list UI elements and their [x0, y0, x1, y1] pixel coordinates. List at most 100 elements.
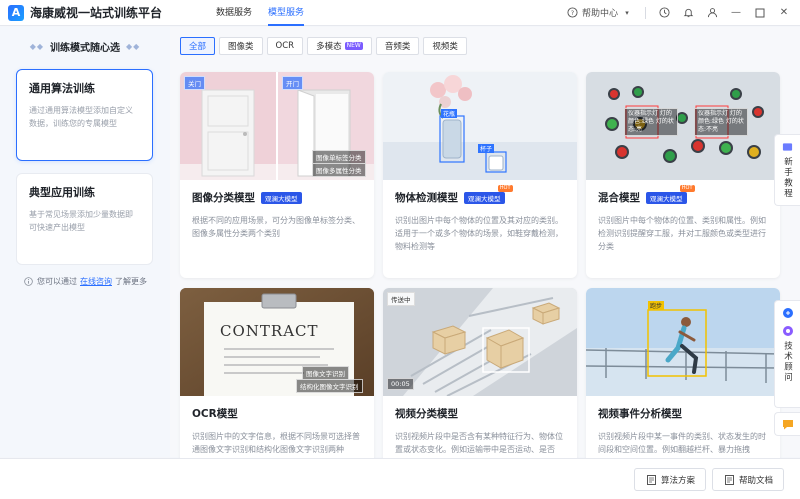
card-body: 图像分类模型 观澜大模型 根据不同的应用场景，可分为图像单标签分类、图像多属性分类…: [180, 180, 374, 254]
tutorial-label: 新手教程: [782, 157, 793, 199]
user-icon[interactable]: [706, 7, 718, 19]
minimize-icon[interactable]: —: [730, 7, 742, 19]
card-title-text: 混合模型: [598, 192, 640, 204]
tutorial-float-button[interactable]: 新手教程: [774, 134, 800, 206]
model-card-object-detection[interactable]: 花瓶 杯子 物体检测模型 观澜大模型 HOT 识别出图片中每个物体的位置及其对应的类…: [383, 72, 577, 278]
model-badge-text: 观澜大模型: [650, 194, 683, 203]
card-desc: 识别图片中每个物体的位置、类别和属性。例如检测识别提醒穿工服，并对工服颜色或类型…: [598, 216, 766, 251]
online-consult-link[interactable]: 在线咨询: [80, 276, 112, 287]
card-illustration: 关门 开门 图像单标签分类 图像多属性分类: [180, 72, 374, 180]
nav-model-service[interactable]: 模型服务: [268, 0, 305, 26]
top-bar: A 海康威视一站式训练平台 数据服务 模型服务 ? 帮助中心 ▾ — ✕: [0, 0, 800, 26]
consult-float-button[interactable]: 技术顾问: [774, 300, 800, 408]
tab-video[interactable]: 视频类: [423, 37, 467, 55]
category-tabs: 全部 图像类 OCR 多模态 NEW 音频类 视频类: [180, 37, 467, 55]
card-title: 图像分类模型 观澜大模型: [192, 190, 362, 205]
algorithm-plan-button[interactable]: 算法方案: [634, 468, 707, 491]
maximize-icon[interactable]: [754, 7, 766, 19]
mode-card-title: 通用算法训练: [29, 82, 95, 95]
tab-multimodal[interactable]: 多模态 NEW: [307, 37, 372, 55]
card-title-text: OCR模型: [192, 408, 238, 420]
event-label-running: 跑步: [648, 301, 665, 310]
image-label-single: 图像单标签分类: [312, 150, 366, 164]
header-actions: ? 帮助中心 ▾ — ✕: [567, 6, 790, 19]
model-badge: 观澜大模型 HOT: [646, 184, 695, 204]
card-title: 物体检测模型 观澜大模型 HOT: [395, 184, 565, 205]
divider: [645, 6, 646, 19]
sidebar-title-text: 训练模式随心选: [50, 43, 120, 54]
decor-dots-icon: ◆◆: [126, 42, 141, 51]
footer-bar: 算法方案 帮助文档: [0, 458, 800, 499]
info-icon: [22, 275, 34, 287]
ocr-label-structured: 结构化图像文字识别: [296, 379, 363, 393]
card-title-text: 物体检测模型: [395, 192, 458, 204]
tab-ocr[interactable]: OCR: [266, 37, 304, 55]
image-label-open: 开门: [282, 76, 303, 90]
detect-label-vase: 花瓶: [441, 109, 458, 118]
card-desc: 识别出图片中每个物体的位置及其对应的类别。适用于一个或多个物体的场景，如鞋穿戴检…: [395, 216, 563, 251]
main-nav: 数据服务 模型服务: [216, 0, 305, 26]
chat-icon: [782, 418, 794, 430]
model-badge: 观澜大模型: [261, 191, 302, 204]
card-title-text: 图像分类模型: [192, 192, 255, 204]
chevron-down-icon: ▾: [625, 8, 629, 17]
chat-float-button[interactable]: [774, 412, 800, 436]
model-badge-text: 观澜大模型: [468, 194, 501, 203]
nav-data-service[interactable]: 数据服务: [216, 0, 252, 26]
mode-card-typical[interactable]: 典型应用训练 基于常见场景添加少量数据即可快速产出模型: [16, 173, 153, 265]
close-icon[interactable]: ✕: [778, 7, 790, 19]
model-badge: 观澜大模型 HOT: [464, 184, 513, 204]
card-title-text: 视频分类模型: [395, 408, 458, 420]
card-illustration: 花瓶 杯子: [383, 72, 577, 180]
hot-badge: HOT: [497, 184, 513, 192]
tab-image[interactable]: 图像类: [219, 37, 263, 55]
clock-icon[interactable]: [658, 7, 670, 19]
consult-note: 您可以通过 在线咨询 了解更多: [22, 275, 147, 287]
card-title: OCR模型: [192, 406, 362, 421]
help-docs-button[interactable]: 帮助文档: [712, 468, 785, 491]
mode-card-general[interactable]: 通用算法训练 通过通用算法模型添加自定义数据，训练您的专属模型: [16, 69, 153, 161]
algorithm-plan-label: 算法方案: [661, 475, 696, 486]
bell-icon[interactable]: [682, 7, 694, 19]
card-title: 视频分类模型: [395, 406, 565, 421]
sidebar-title: ◆◆ 训练模式随心选 ◆◆: [0, 39, 170, 54]
card-body: 混合模型 观澜大模型 HOT 识别图片中每个物体的位置、类别和属性。例如检测识别提醒…: [586, 180, 780, 254]
ai-icon: [782, 325, 794, 337]
model-card-image-classification[interactable]: 关门 开门 图像单标签分类 图像多属性分类 图像分类模型 观澜大模型 根据不同的应…: [180, 72, 374, 278]
mode-card-desc: 基于常见场景添加少量数据即可快速产出模型: [29, 210, 133, 232]
card-body: 物体检测模型 观澜大模型 HOT 识别出图片中每个物体的位置及其对应的类别。适用于一…: [383, 180, 577, 254]
card-illustration: 跑步: [586, 288, 780, 396]
logo-icon: A: [8, 4, 24, 21]
image-label-multi: 图像多属性分类: [312, 163, 366, 177]
app-title: 海康威视一站式训练平台: [30, 6, 163, 20]
image-label-closed: 关门: [184, 76, 205, 90]
consult-note-suffix: 了解更多: [115, 276, 147, 286]
help-center-button[interactable]: ? 帮助中心 ▾: [567, 6, 633, 19]
assistant-icon: [782, 307, 794, 319]
mode-card-title: 典型应用训练: [29, 186, 95, 199]
help-docs-label: 帮助文档: [739, 475, 774, 486]
help-center-label: 帮助中心: [581, 9, 618, 19]
hybrid-label-on: 仪器指示灯 灯的颜色:绿色 灯的状态:亮: [624, 108, 678, 136]
main-content: 全部 图像类 OCR 多模态 NEW 音频类 视频类 关门 开门 图像单标签分类…: [170, 27, 800, 494]
tab-all[interactable]: 全部: [180, 37, 216, 55]
card-desc: 根据不同的应用场景，可分为图像单标签分类、图像多属性分类两个类别: [192, 216, 360, 238]
detect-label-cup: 杯子: [478, 144, 495, 153]
help-icon: ?: [567, 7, 579, 19]
tab-audio[interactable]: 音频类: [375, 37, 420, 55]
mode-card-desc: 通过通用算法模型添加自定义数据，训练您的专属模型: [29, 106, 133, 128]
ocr-label-general: 图像文字识别: [302, 366, 349, 380]
card-title: 视频事件分析模型: [598, 406, 768, 421]
document-icon: [723, 474, 735, 486]
decor-dots-icon: ◆◆: [29, 42, 44, 51]
svg-text:?: ?: [571, 9, 574, 17]
new-badge: NEW: [344, 42, 363, 50]
hybrid-label-off: 仪器指示灯 灯的颜色:绿色 灯的状态:不亮: [694, 108, 748, 136]
consult-note-prefix: 您可以通过: [37, 276, 77, 286]
model-card-hybrid[interactable]: 仪器指示灯 灯的颜色:绿色 灯的状态:亮 仪器指示灯 灯的颜色:绿色 灯的状态:…: [586, 72, 780, 278]
contract-text: CONTRACT: [220, 322, 319, 340]
app-logo: A 海康威视一站式训练平台: [8, 4, 198, 21]
card-illustration: CONTRACT 图像文字识别 结构化图像文字识别: [180, 288, 374, 396]
tab-multimodal-label: 多模态: [316, 42, 342, 52]
document-icon: [645, 474, 657, 486]
